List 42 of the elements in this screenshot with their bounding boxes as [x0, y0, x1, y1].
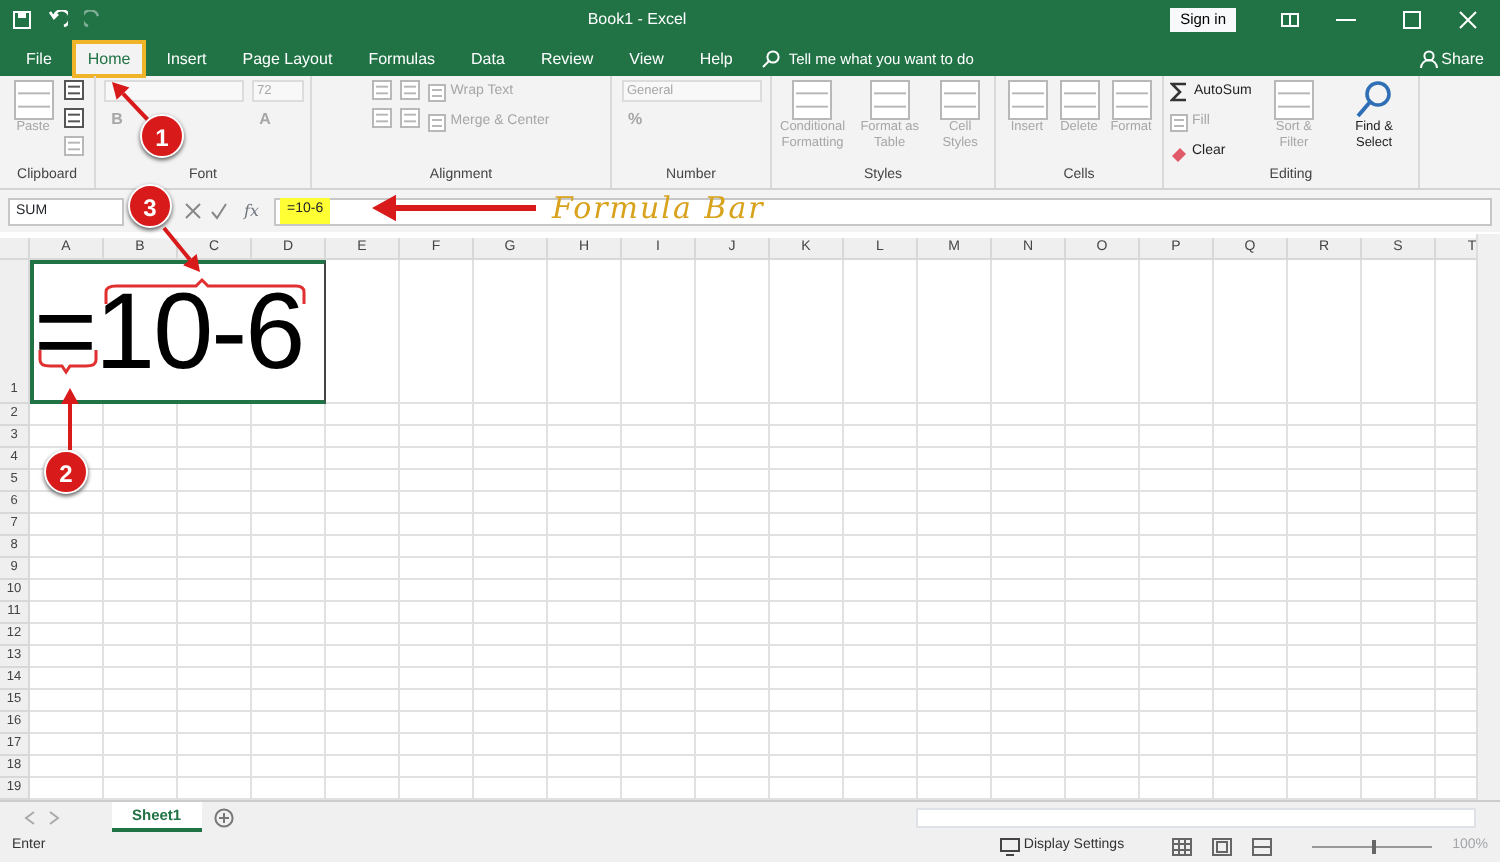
ribbon-tab[interactable]: Page Layout	[228, 42, 347, 76]
check-icon[interactable]	[210, 202, 228, 220]
cancel-icon[interactable]	[184, 202, 202, 220]
horizontal-scrollbar[interactable]	[916, 807, 1476, 827]
callout-number: 2	[44, 450, 88, 494]
ribbon-tab[interactable]: Formulas	[354, 42, 450, 76]
share-button[interactable]: Share	[1441, 47, 1484, 71]
search-icon	[762, 50, 781, 68]
sheet-icon[interactable]	[63, 80, 83, 100]
eraser-icon	[1170, 143, 1188, 161]
sheet-icon	[428, 113, 447, 131]
sheet-icon	[428, 83, 447, 101]
insert-function-button[interactable]: fx	[244, 199, 259, 223]
redo-icon[interactable]	[84, 10, 104, 30]
grid-icon[interactable]	[1172, 838, 1193, 856]
ribbon-tab[interactable]: File	[12, 42, 66, 76]
search-icon	[1354, 80, 1395, 120]
ribbon-tab[interactable]: Review	[526, 42, 608, 76]
ribbon-tab[interactable]: Home	[73, 42, 145, 76]
ribbon-display-icon[interactable]	[1280, 12, 1300, 28]
monitor-icon[interactable]	[999, 838, 1020, 856]
window-title: Book1 - Excel	[587, 8, 687, 32]
add-sheet-icon[interactable]	[213, 807, 234, 827]
arrow	[162, 226, 200, 272]
page-break-icon[interactable]	[1252, 838, 1273, 856]
ribbon-tab[interactable]: Data	[457, 42, 519, 76]
ribbon-tab[interactable]: Help	[685, 42, 747, 76]
undo-icon[interactable]	[48, 10, 68, 30]
annotation-label: Formula Bar	[552, 188, 765, 230]
table-cell: =10-6	[30, 260, 326, 404]
slider-thumb[interactable]	[1372, 840, 1377, 854]
arrow	[112, 82, 150, 122]
ribbon-tab[interactable]: View	[615, 42, 678, 76]
person-icon	[1419, 50, 1438, 68]
sheet-icon[interactable]	[63, 108, 83, 128]
arrow	[61, 388, 79, 450]
sigma-icon	[1170, 82, 1190, 102]
ribbon-tab[interactable]: Insert	[152, 42, 221, 76]
sheet-icon	[1170, 113, 1188, 131]
page-icon[interactable]	[1212, 838, 1233, 856]
vertical-scrollbar[interactable]	[1476, 234, 1500, 800]
save-icon[interactable]	[12, 10, 32, 30]
